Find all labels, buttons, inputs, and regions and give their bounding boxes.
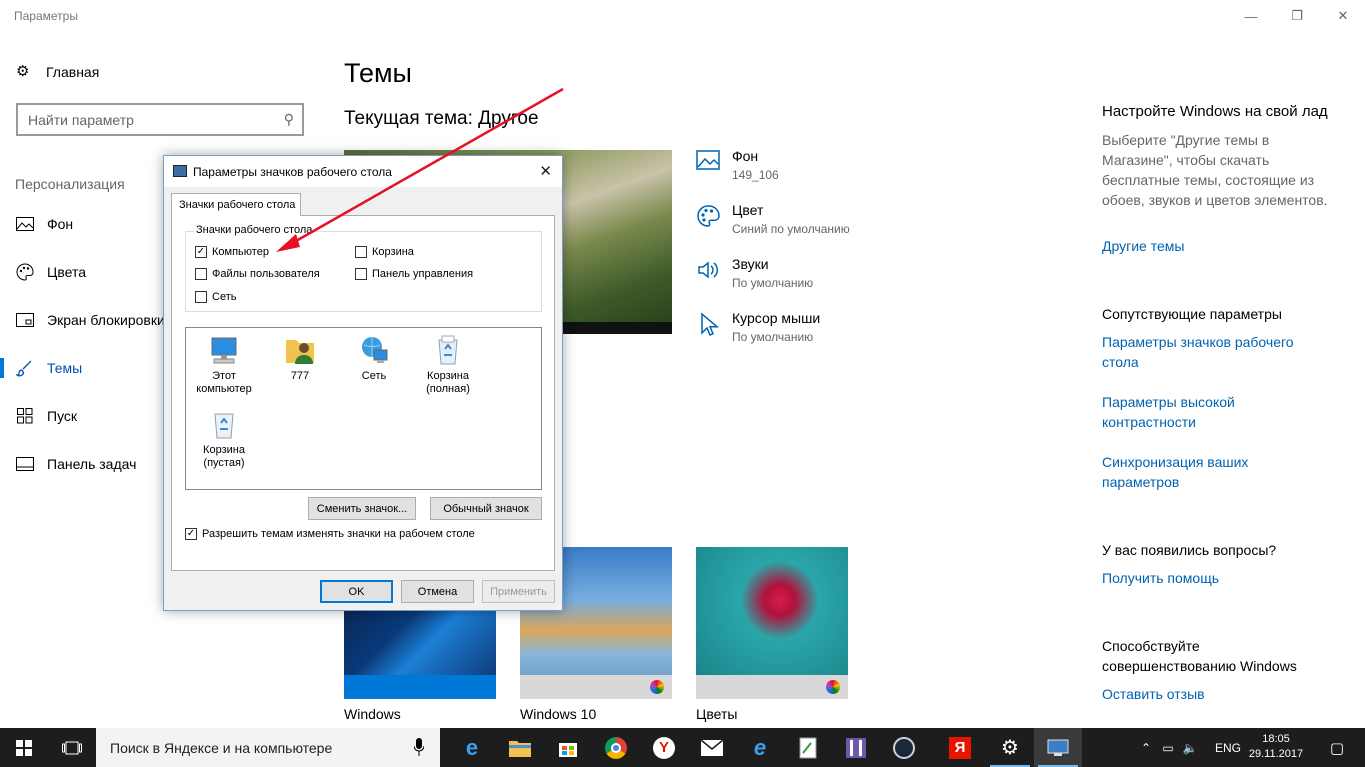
edge-icon: e: [465, 734, 479, 760]
ie-app[interactable]: e: [736, 728, 784, 767]
steam-icon: [893, 736, 915, 759]
action-center-button[interactable]: ▢: [1322, 728, 1352, 767]
mail-icon: [701, 739, 723, 756]
tab-desktop-icons[interactable]: Значки рабочего стола: [171, 193, 301, 216]
volume-tray-button[interactable]: 🔈: [1180, 728, 1200, 767]
clock-date: 29.11.2017: [1248, 748, 1304, 760]
internet-explorer-icon: e: [753, 734, 767, 760]
explorer-app[interactable]: [496, 728, 544, 767]
language-indicator[interactable]: ENG: [1208, 728, 1248, 767]
clock-time: 18:05: [1262, 733, 1290, 745]
desktop-icons-dialog-app[interactable]: [1034, 728, 1082, 767]
media-app[interactable]: [832, 728, 880, 767]
start-button[interactable]: [0, 728, 48, 767]
chrome-icon: [605, 736, 627, 759]
gear-icon: ⚙: [1001, 737, 1019, 759]
network-status-icon: ▭: [1162, 740, 1174, 755]
chevron-up-icon: ⌃: [1140, 740, 1152, 755]
steam-app[interactable]: [880, 728, 928, 767]
network-tray-button[interactable]: ▭: [1158, 728, 1178, 767]
task-view-button[interactable]: [48, 728, 96, 767]
edge-app[interactable]: e: [448, 728, 496, 767]
taskbar-search-box[interactable]: Поиск в Яндексе и на компьютере: [96, 728, 440, 767]
show-hidden-icons-button[interactable]: ⌃: [1136, 728, 1156, 767]
taskbar: Поиск в Яндексе и на компьютере e Y e Я …: [0, 728, 1365, 767]
tab-label: Значки рабочего стола: [179, 199, 296, 211]
film-icon: [846, 737, 866, 758]
taskbar-clock[interactable]: 18:05 29.11.2017: [1244, 732, 1308, 762]
store-app[interactable]: [544, 728, 592, 767]
microphone-icon[interactable]: [414, 738, 424, 756]
notepad-app[interactable]: [784, 728, 832, 767]
yandex-browser-icon: Y: [653, 736, 675, 759]
yandex-app[interactable]: Я: [936, 728, 984, 767]
task-view-icon: [62, 741, 82, 754]
yandex-icon: Я: [949, 736, 971, 759]
yandex-browser-app[interactable]: Y: [640, 728, 688, 767]
mail-app[interactable]: [688, 728, 736, 767]
annotation-arrow: [276, 87, 564, 252]
store-icon: [559, 742, 577, 757]
notification-icon: ▢: [1329, 739, 1345, 757]
notepad-icon: [799, 737, 817, 758]
folder-icon: [509, 740, 531, 757]
taskbar-search-placeholder: Поиск в Яндексе и на компьютере: [110, 740, 333, 756]
speaker-icon: 🔈: [1182, 740, 1198, 755]
windows-logo-icon: [16, 739, 32, 756]
monitor-icon: [1047, 739, 1069, 756]
settings-app[interactable]: ⚙: [986, 728, 1034, 767]
chrome-app[interactable]: [592, 728, 640, 767]
